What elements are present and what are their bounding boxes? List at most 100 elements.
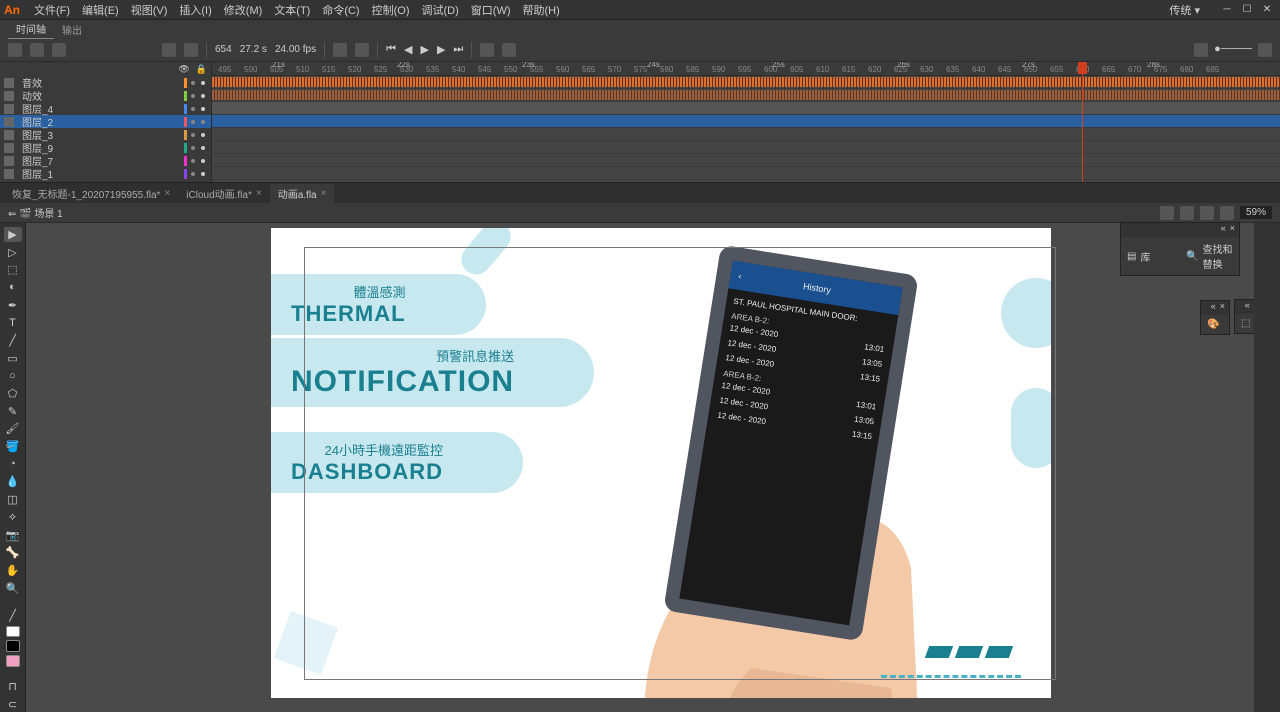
lock-dot[interactable] (201, 172, 205, 176)
last-frame-icon[interactable]: ⏭ (453, 43, 463, 56)
maximize-button[interactable]: ☐ (1238, 3, 1256, 17)
scene-name[interactable]: 场景 1 (34, 209, 62, 220)
camera-tool[interactable]: 📷 (4, 528, 22, 543)
visibility-dot[interactable] (191, 146, 195, 150)
lock-dot[interactable] (201, 120, 205, 124)
menu-commands[interactable]: 命令(C) (316, 0, 365, 20)
line-tool[interactable]: ╱ (4, 333, 22, 348)
menu-window[interactable]: 窗口(W) (465, 0, 517, 20)
paint-bucket-tool[interactable]: 🪣 (4, 439, 22, 454)
hand-tool[interactable]: ✋ (4, 563, 22, 578)
polystar-tool[interactable]: ⬠ (4, 386, 22, 401)
play-icon[interactable]: ▶ (420, 43, 428, 56)
fill-color-white[interactable] (6, 626, 20, 638)
stage[interactable]: 體溫感測THERMAL預警訊息推送NOTIFICATION24小時手機遠距監控D… (26, 223, 1254, 712)
visibility-dot[interactable] (191, 94, 195, 98)
layer-row[interactable]: 图层_1 (0, 167, 211, 180)
pen-tool[interactable]: ✒ (4, 298, 22, 313)
rectangle-tool[interactable]: ▭ (4, 351, 22, 366)
close-tab-icon[interactable]: × (321, 188, 327, 199)
collapse-icon[interactable]: « (1211, 301, 1216, 315)
add-layer-icon[interactable] (8, 43, 22, 57)
visibility-dot[interactable] (191, 107, 195, 111)
marker2-icon[interactable] (502, 43, 516, 57)
clip-icon[interactable] (1160, 206, 1174, 220)
minimize-button[interactable]: ─ (1218, 3, 1236, 17)
lock-dot[interactable] (201, 159, 205, 163)
menu-help[interactable]: 帮助(H) (517, 0, 566, 20)
text-tool[interactable]: T (4, 315, 22, 330)
lasso-tool[interactable]: ◐ (4, 280, 22, 295)
snap-icon[interactable]: ⊓ (4, 680, 22, 695)
playhead[interactable] (1082, 62, 1083, 182)
lock-dot[interactable] (201, 94, 205, 98)
visibility-dot[interactable] (191, 133, 195, 137)
next-frame-icon[interactable]: ▶ (437, 43, 445, 56)
close-panel-icon[interactable]: × (1220, 301, 1225, 315)
oval-tool[interactable]: ○ (4, 369, 22, 384)
close-tab-icon[interactable]: × (164, 188, 170, 199)
magnet-icon[interactable]: ⊂ (4, 697, 22, 712)
swatch-pink[interactable] (6, 655, 20, 667)
library-panel[interactable]: «× ▤库 🔍查找和替换 (1120, 222, 1240, 276)
zoom-value[interactable]: 59% (1240, 206, 1272, 219)
center-icon[interactable] (1200, 206, 1214, 220)
doc-tab-1[interactable]: 恢复_无标题-1_20207195955.fla*× (4, 184, 178, 203)
menu-debug[interactable]: 调试(D) (416, 0, 465, 20)
frames-area[interactable]: 4955005055105155205255305355405455505555… (212, 62, 1280, 182)
doc-tab-2[interactable]: iCloud动画.fla*× (178, 184, 269, 203)
trash-icon[interactable] (52, 43, 66, 57)
lock-dot[interactable] (201, 107, 205, 111)
eyedropper-tool[interactable]: 💧 (4, 475, 22, 490)
loop-icon[interactable] (333, 43, 347, 57)
collapse-icon[interactable]: « (1221, 223, 1226, 237)
prev-frame-icon[interactable]: ◀ (404, 43, 412, 56)
pencil-tool[interactable]: ✎ (4, 404, 22, 419)
menu-control[interactable]: 控制(O) (366, 0, 416, 20)
bone-tool[interactable]: 🦴 (4, 545, 22, 560)
symbol-icon[interactable] (1180, 206, 1194, 220)
collapse-icon[interactable]: « (1245, 300, 1250, 314)
tab-timeline[interactable]: 时间轴 (8, 19, 54, 39)
selection-tool[interactable]: ▶ (4, 227, 22, 242)
lock-dot[interactable] (201, 133, 205, 137)
menu-view[interactable]: 视图(V) (125, 0, 174, 20)
back-icon[interactable]: ⇐ (8, 209, 16, 220)
tl-opt1-icon[interactable] (1194, 43, 1208, 57)
brush-tool[interactable]: 🖌 (4, 422, 22, 437)
stroke-color[interactable]: ╱ (4, 608, 22, 623)
menu-file[interactable]: 文件(F) (28, 0, 76, 20)
subselection-tool[interactable]: ▷ (4, 245, 22, 260)
lock-header-icon[interactable]: 🔒 (196, 64, 207, 75)
marker-icon[interactable] (480, 43, 494, 57)
folder-icon[interactable] (30, 43, 44, 57)
menu-text[interactable]: 文本(T) (268, 0, 316, 20)
onion-icon[interactable] (184, 43, 198, 57)
menu-edit[interactable]: 编辑(E) (76, 0, 125, 20)
close-button[interactable]: ✕ (1258, 3, 1276, 17)
visibility-icon[interactable]: 👁 (178, 64, 189, 75)
tl-menu-icon[interactable] (1258, 43, 1272, 57)
workspace-selector[interactable]: 传统 ▾ (1163, 0, 1206, 20)
eraser-tool[interactable]: ◫ (4, 492, 22, 507)
menu-insert[interactable]: 插入(I) (173, 0, 217, 20)
swatches-panel[interactable]: «× 🎨 (1200, 300, 1230, 335)
zoom-tool[interactable]: 🔍 (4, 581, 22, 596)
tab-output[interactable]: 输出 (54, 20, 90, 39)
free-transform-tool[interactable]: ⬚ (4, 262, 22, 277)
ink-bottle-tool[interactable]: ◔ (4, 457, 22, 472)
first-frame-icon[interactable]: ⏮ (386, 43, 396, 56)
width-tool[interactable]: ⟡ (4, 510, 22, 525)
doc-tab-3[interactable]: 动画a.fla× (270, 184, 335, 203)
visibility-dot[interactable] (191, 120, 195, 124)
transform-panel[interactable]: «× ⬚ (1234, 299, 1254, 334)
close-tab-icon[interactable]: × (256, 188, 262, 199)
fit-icon[interactable] (1220, 206, 1234, 220)
visibility-dot[interactable] (191, 81, 195, 85)
zoom-slider[interactable]: ●──── (1214, 43, 1252, 57)
swatch-black[interactable] (6, 640, 20, 652)
lock-dot[interactable] (201, 81, 205, 85)
menu-modify[interactable]: 修改(M) (218, 0, 269, 20)
keyframe-icon[interactable] (162, 43, 176, 57)
lock-dot[interactable] (201, 146, 205, 150)
